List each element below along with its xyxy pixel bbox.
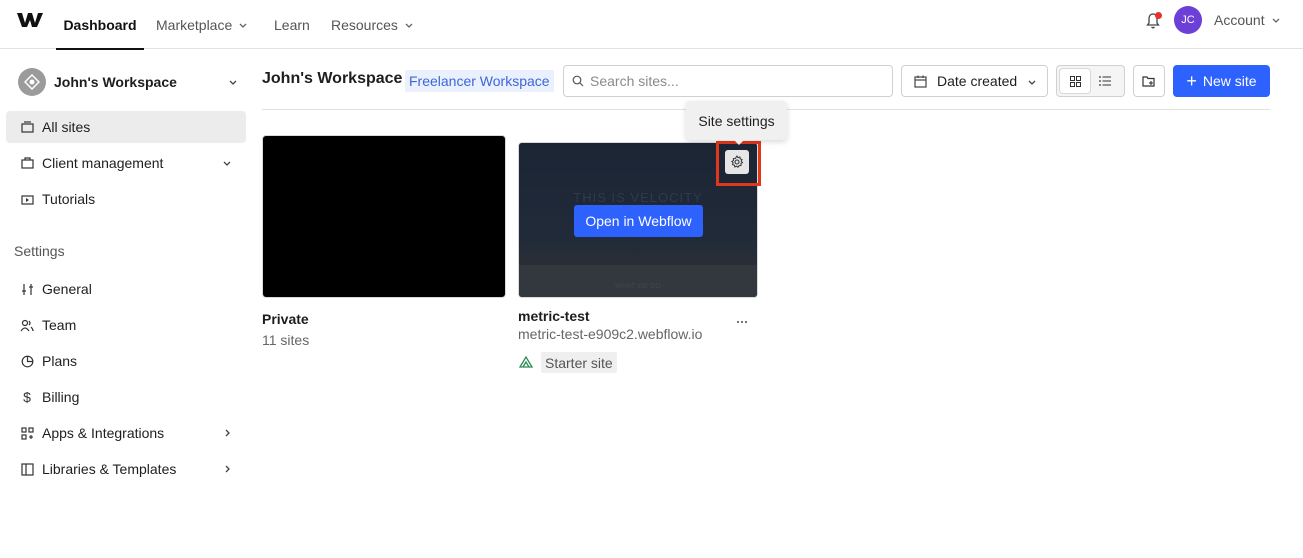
chevron-down-icon bbox=[1272, 18, 1280, 23]
sidebar-item-label: Plans bbox=[42, 353, 78, 369]
dollar-icon: $ bbox=[23, 389, 31, 405]
folder-site-count: 11 sites bbox=[262, 332, 310, 348]
chevron-right-icon bbox=[225, 465, 230, 473]
workspace-name: John's Workspace bbox=[54, 74, 177, 90]
grid-view-button[interactable] bbox=[1060, 69, 1090, 93]
libraries-icon bbox=[20, 462, 34, 476]
calendar-icon bbox=[914, 75, 927, 88]
site-url[interactable]: metric-test-e909c2.webflow.io bbox=[518, 326, 702, 342]
workspace-switcher[interactable]: John's Workspace bbox=[18, 66, 248, 98]
chevron-down-icon bbox=[405, 23, 413, 28]
apps-icon bbox=[20, 426, 34, 440]
sidebar-item-label: Apps & Integrations bbox=[42, 425, 165, 441]
tooltip-text: Site settings bbox=[698, 112, 775, 129]
workspace-type-badge: Freelancer Workspace bbox=[405, 70, 554, 92]
list-view-button[interactable] bbox=[1090, 69, 1120, 93]
chevron-down-icon bbox=[239, 23, 247, 28]
site-name[interactable]: metric-test bbox=[518, 308, 590, 324]
view-toggle bbox=[1056, 65, 1125, 97]
sites-icon bbox=[20, 120, 34, 134]
sidebar-item-all-sites[interactable]: All sites bbox=[6, 111, 246, 143]
nav-learn[interactable]: Learn bbox=[274, 0, 310, 49]
thumbnail-subheading: WHAT WE DO bbox=[615, 283, 661, 290]
nav-marketplace-label: Marketplace bbox=[156, 16, 233, 33]
sort-label: Date created bbox=[937, 73, 1018, 89]
starter-site-icon bbox=[518, 355, 534, 368]
starter-site-badge: Starter site bbox=[541, 352, 617, 373]
settings-heading: Settings bbox=[14, 243, 65, 259]
plans-icon bbox=[20, 354, 34, 368]
avatar-initials: JC bbox=[1181, 14, 1195, 26]
open-in-webflow-label: Open in Webflow bbox=[585, 213, 692, 229]
workspace-logo-icon bbox=[18, 68, 46, 96]
site-settings-tooltip: Site settings bbox=[686, 101, 787, 145]
nav-dashboard-label: Dashboard bbox=[63, 16, 137, 33]
account-menu[interactable]: Account bbox=[1214, 0, 1281, 40]
sidebar-item-label: General bbox=[42, 281, 92, 297]
folder-plus-icon bbox=[1142, 76, 1155, 87]
more-options-button[interactable] bbox=[733, 313, 751, 331]
open-in-webflow-button[interactable]: Open in Webflow bbox=[574, 205, 703, 237]
gear-icon bbox=[730, 155, 744, 169]
search-icon bbox=[572, 75, 584, 87]
ellipsis-icon bbox=[736, 320, 748, 324]
plus-icon: + bbox=[1186, 71, 1197, 91]
sidebar-item-label: Billing bbox=[42, 389, 80, 405]
sidebar-item-team[interactable]: Team bbox=[6, 309, 246, 341]
team-icon bbox=[20, 318, 34, 332]
workspace-type-label: Freelancer Workspace bbox=[409, 73, 550, 89]
chevron-down-icon bbox=[229, 80, 237, 85]
nav-marketplace[interactable]: Marketplace bbox=[156, 0, 248, 49]
sidebar-item-label: Libraries & Templates bbox=[42, 461, 177, 477]
nav-resources-label: Resources bbox=[331, 16, 398, 33]
client-icon bbox=[20, 156, 34, 170]
search-box[interactable] bbox=[563, 65, 893, 97]
tutorials-icon bbox=[20, 192, 34, 206]
sort-dropdown[interactable]: Date created bbox=[901, 65, 1048, 97]
chevron-right-icon bbox=[225, 429, 230, 437]
grid-icon bbox=[1069, 75, 1081, 87]
sidebar-item-apps-integrations[interactable]: Apps & Integrations bbox=[6, 417, 246, 449]
sidebar-item-label: Client management bbox=[42, 155, 164, 171]
sidebar-item-general[interactable]: General bbox=[6, 273, 246, 305]
webflow-logo-icon[interactable] bbox=[17, 11, 43, 29]
new-site-button[interactable]: + New site bbox=[1173, 65, 1270, 97]
top-navigation: Dashboard Marketplace Learn Resources JC… bbox=[0, 0, 1303, 50]
new-site-label: New site bbox=[1202, 73, 1257, 89]
folder-card-private[interactable] bbox=[262, 135, 506, 298]
sidebar-item-client-management[interactable]: Client management bbox=[6, 147, 246, 179]
account-label: Account bbox=[1214, 12, 1265, 28]
sidebar-item-billing[interactable]: $ Billing bbox=[6, 381, 246, 413]
new-folder-button[interactable] bbox=[1133, 65, 1165, 97]
sidebar-item-libraries-templates[interactable]: Libraries & Templates bbox=[6, 453, 246, 485]
sidebar-item-label: All sites bbox=[42, 119, 91, 135]
nav-learn-label: Learn bbox=[274, 16, 310, 33]
thumbnail-strip bbox=[519, 265, 757, 297]
chevron-down-icon bbox=[1028, 80, 1036, 85]
sidebar-item-plans[interactable]: Plans bbox=[6, 345, 246, 377]
nav-dashboard[interactable]: Dashboard bbox=[56, 0, 144, 50]
notification-dot bbox=[1155, 12, 1162, 19]
nav-resources[interactable]: Resources bbox=[331, 0, 414, 49]
page-title: John's Workspace bbox=[262, 70, 403, 87]
site-card-metric-test[interactable]: THIS IS VELOCITY WHAT WE DO Open in Webf… bbox=[518, 142, 758, 298]
sidebar-item-tutorials[interactable]: Tutorials bbox=[6, 183, 246, 215]
folder-name: Private bbox=[262, 311, 309, 327]
search-input[interactable] bbox=[590, 73, 880, 89]
site-settings-button[interactable] bbox=[725, 150, 749, 174]
list-icon bbox=[1099, 76, 1111, 86]
chevron-down-icon bbox=[223, 161, 231, 166]
starter-site-label: Starter site bbox=[545, 354, 613, 371]
sidebar-item-label: Tutorials bbox=[42, 191, 96, 207]
thumbnail-heading: THIS IS VELOCITY bbox=[573, 190, 703, 205]
sliders-icon bbox=[20, 282, 34, 296]
sidebar-item-label: Team bbox=[42, 317, 77, 333]
avatar[interactable]: JC bbox=[1174, 6, 1202, 34]
